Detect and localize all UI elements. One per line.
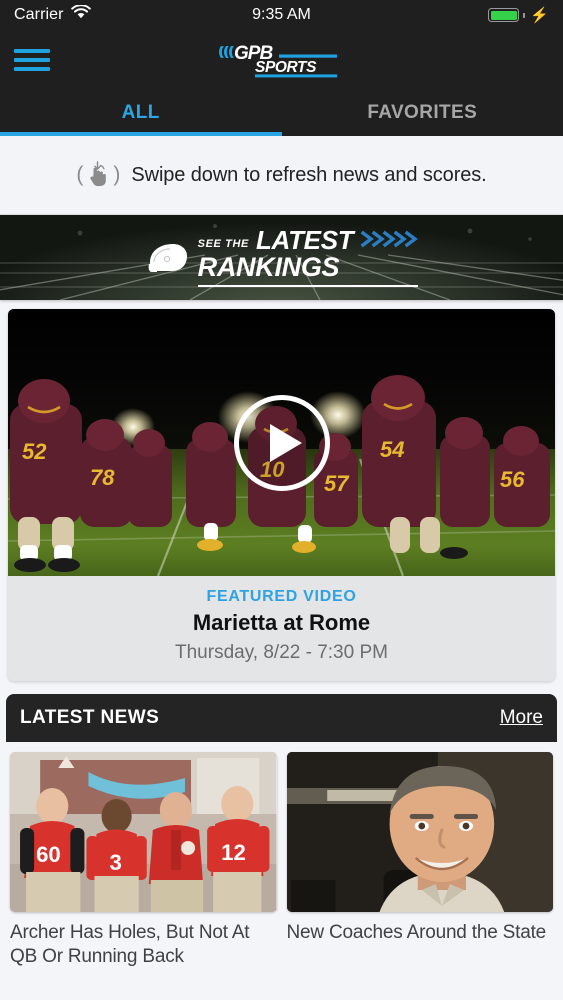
svg-text:56: 56 [500, 467, 525, 492]
status-bar-right: ⚡ [488, 8, 549, 23]
play-button-icon[interactable] [233, 394, 330, 491]
latest-news-grid: 60 3 12 Archer Has Holes, But Not At QB … [0, 742, 563, 969]
latest-rankings-banner[interactable]: SEE THE LATEST RANKINGS [0, 215, 563, 300]
featured-video-title: Marietta at Rome [192, 610, 371, 635]
rankings-line-1: SEE THE LATEST [197, 224, 419, 255]
news-card-image [286, 752, 553, 912]
refresh-instruction-text: Swipe down to refresh news and scores. [131, 163, 487, 186]
tab-favorites[interactable]: FAVORITES [282, 90, 563, 136]
rankings-text-block: SEE THE LATEST RANKINGS [197, 224, 419, 288]
news-card-image: 60 3 12 [10, 752, 277, 912]
featured-video-meta: FEATURED VIDEO Marietta at Rome Thursday… [8, 576, 555, 681]
svg-text:57: 57 [324, 471, 350, 496]
svg-text:54: 54 [380, 437, 404, 462]
tab-all[interactable]: ALL [0, 90, 282, 136]
status-bar: Carrier 9:35 AM ⚡ [0, 0, 563, 30]
rankings-eyebrow: SEE THE [197, 237, 249, 250]
play-triangle [270, 423, 302, 462]
featured-video-datetime: Thursday, 8/22 - 7:30 PM [175, 642, 388, 663]
rankings-latest-word: LATEST [255, 224, 354, 255]
svg-text:GPB: GPB [234, 43, 273, 64]
wifi-icon [70, 4, 91, 25]
lightning-bolt-icon: ⚡ [530, 6, 549, 24]
rankings-underline-rule [197, 284, 419, 288]
news-card[interactable]: 60 3 12 Archer Has Holes, But Not At QB … [10, 752, 277, 969]
hamburger-menu-icon[interactable] [14, 47, 50, 73]
featured-video-thumbnail[interactable]: 52 78 10 54 57 56 [8, 309, 555, 576]
svg-text:SPORTS: SPORTS [255, 59, 317, 76]
carrier-label: Carrier [14, 6, 64, 23]
paren-right: ) [113, 163, 121, 186]
svg-text:60: 60 [36, 842, 61, 867]
chevrons-right-icon [360, 229, 419, 249]
news-card-headline[interactable]: Archer Has Holes, But Not At QB Or Runni… [10, 921, 277, 969]
gpb-sports-logo: GPB SPORTS [0, 40, 563, 80]
status-bar-left: Carrier [14, 4, 91, 25]
latest-news-title: LATEST NEWS [20, 707, 160, 728]
latest-news-header: LATEST NEWS More [6, 694, 557, 742]
tab-active-indicator [0, 132, 282, 136]
svg-text:3: 3 [110, 850, 122, 875]
navigation-bar: GPB SPORTS [0, 30, 563, 90]
football-helmet-icon [148, 243, 187, 272]
featured-video-label: FEATURED VIDEO [206, 588, 357, 605]
logo-icon: GPB SPORTS [218, 43, 337, 78]
battery-nub [523, 12, 526, 18]
swipe-down-hand-icon: ( ) [76, 160, 120, 190]
battery-full-icon [488, 8, 520, 22]
pull-to-refresh-banner: ( ) Swipe down to refresh news and score… [0, 136, 563, 215]
news-card-headline[interactable]: New Coaches Around the State [287, 921, 554, 945]
news-image-coach-portrait [286, 752, 553, 912]
svg-text:78: 78 [90, 465, 115, 490]
featured-video-card[interactable]: 52 78 10 54 57 56 FEATURED VIDEO Mariett… [8, 309, 555, 681]
news-card[interactable]: New Coaches Around the State [286, 752, 554, 969]
tab-bar: ALL FAVORITES [0, 90, 563, 136]
rankings-word: RANKINGS [197, 251, 340, 282]
latest-news-more-link[interactable]: More [500, 707, 543, 729]
paren-left: ( [76, 163, 84, 186]
news-image-archer: 60 3 12 [10, 752, 277, 912]
app-screen: Carrier 9:35 AM ⚡ GPB SPORTS ALL FAVORIT… [0, 0, 563, 1000]
svg-text:52: 52 [22, 439, 47, 464]
svg-text:12: 12 [221, 840, 246, 865]
rankings-banner-content: SEE THE LATEST RANKINGS [0, 215, 563, 300]
